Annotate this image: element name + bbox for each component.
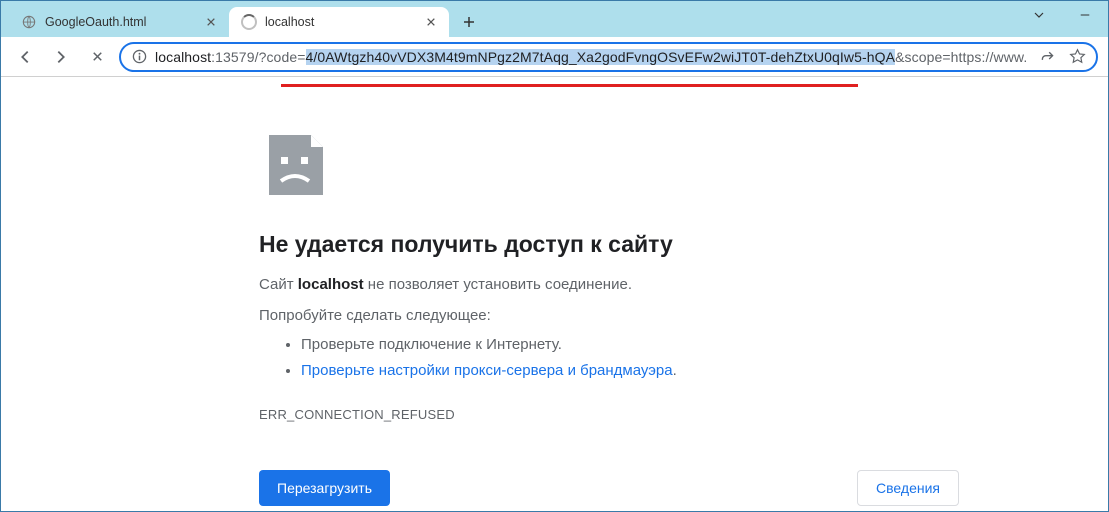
window-controls xyxy=(1016,1,1108,29)
try-label: Попробуйте сделать следующее: xyxy=(259,307,1108,324)
page-headline: Не удается получить доступ к сайту xyxy=(259,231,1108,258)
url-text: localhost:13579/?code=4/0AWtgzh40vVDX3M4… xyxy=(155,49,1028,65)
reload-button[interactable]: Перезагрузить xyxy=(259,470,390,506)
tab-title: localhost xyxy=(265,15,415,29)
new-tab-button[interactable] xyxy=(455,8,483,36)
back-button[interactable] xyxy=(11,43,39,71)
window-title-bar: GoogleOauth.html localhost xyxy=(1,1,1108,37)
forward-button[interactable] xyxy=(47,43,75,71)
url-host: localhost xyxy=(155,49,211,65)
address-bar[interactable]: localhost:13579/?code=4/0AWtgzh40vVDX3M4… xyxy=(119,42,1098,72)
details-button[interactable]: Сведения xyxy=(857,470,959,506)
proxy-settings-link[interactable]: Проверьте настройки прокси-сервера и бра… xyxy=(301,362,673,379)
tab-title: GoogleOauth.html xyxy=(45,15,195,29)
suggestion-check-connection: Проверьте подключение к Интернету. xyxy=(301,332,1108,358)
suggestions-list: Проверьте подключение к Интернету. Прове… xyxy=(259,332,1108,383)
error-code: ERR_CONNECTION_REFUSED xyxy=(259,407,1108,422)
bookmark-star-icon[interactable] xyxy=(1066,46,1088,68)
tab-googleoauth[interactable]: GoogleOauth.html xyxy=(9,7,229,37)
error-page-content: Не удается получить доступ к сайту Сайт … xyxy=(1,77,1108,506)
tab-localhost[interactable]: localhost xyxy=(229,7,449,37)
url-suffix: &scope=https://www.googl xyxy=(895,49,1028,65)
browser-toolbar: localhost:13579/?code=4/0AWtgzh40vVDX3M4… xyxy=(1,37,1108,77)
url-path-prefix: :13579/?code= xyxy=(211,49,305,65)
caret-down-icon[interactable] xyxy=(1016,1,1062,29)
minimize-icon[interactable] xyxy=(1062,1,1108,29)
site-info-icon[interactable] xyxy=(131,49,147,65)
close-icon[interactable] xyxy=(423,14,439,30)
close-icon[interactable] xyxy=(203,14,219,30)
error-description: Сайт localhost не позволяет установить с… xyxy=(259,276,1108,293)
loading-spinner-icon xyxy=(241,14,257,30)
red-underline-annotation xyxy=(281,84,858,87)
sad-page-icon xyxy=(259,129,331,201)
action-buttons: Перезагрузить Сведения xyxy=(259,470,959,506)
url-highlighted-code: 4/0AWtgzh40vVDX3M4t9mNPgz2M7tAqg_Xa2godF… xyxy=(306,49,896,65)
stop-reload-button[interactable] xyxy=(83,43,111,71)
suggestion-check-proxy: Проверьте настройки прокси-сервера и бра… xyxy=(301,358,1108,384)
share-icon[interactable] xyxy=(1036,46,1058,68)
globe-icon xyxy=(21,14,37,30)
